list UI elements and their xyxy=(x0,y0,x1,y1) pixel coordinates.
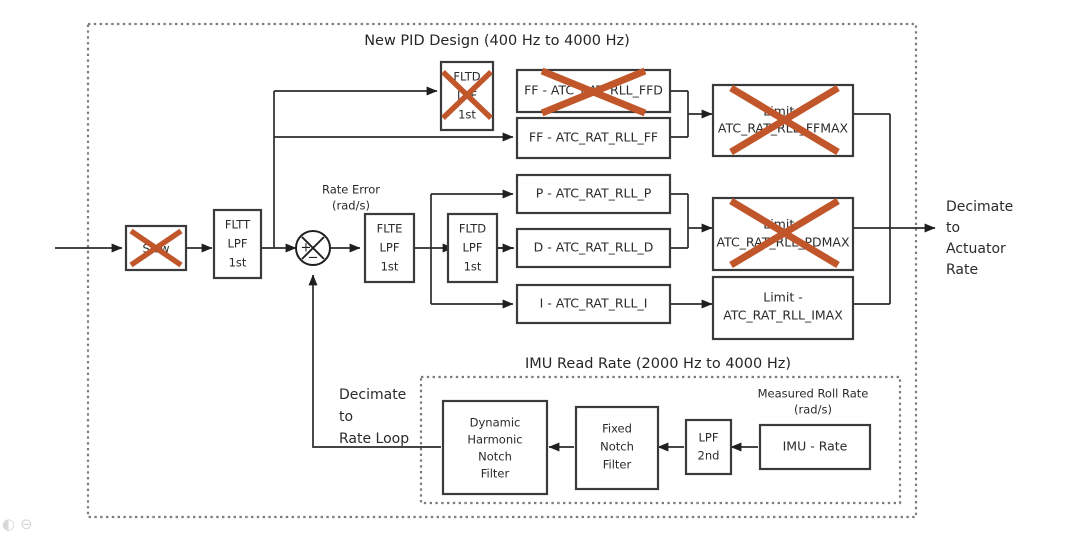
block-dynamic-notch-line2: Harmonic xyxy=(467,433,522,447)
block-lpf2nd-line1: LPF xyxy=(699,431,719,445)
measured-roll-rate-label: Measured Roll Rate xyxy=(758,387,869,401)
imu-read-rate-title: IMU Read Rate (2000 Hz to 4000 Hz) xyxy=(525,356,791,372)
residual-icon-left: ◐ xyxy=(2,515,16,533)
block-flte-line1: FLTE xyxy=(377,222,403,236)
block-i-label: I - ATC_RAT_RLL_I xyxy=(540,296,648,311)
block-p-label: P - ATC_RAT_RLL_P xyxy=(536,186,652,201)
decimate-rateloop-line1: Decimate xyxy=(339,387,406,403)
block-imu-rate-label: IMU - Rate xyxy=(783,439,848,454)
diagram-canvas: New PID Design (400 Hz to 4000 Hz) IMU R… xyxy=(0,0,1080,538)
measured-roll-rate-units: (rad/s) xyxy=(794,403,832,417)
block-fltd-top-line3: 1st xyxy=(458,108,476,122)
block-fltd-mid-line1: FLTD xyxy=(459,222,486,236)
decimate-actuator-line4: Rate xyxy=(946,262,978,278)
wire-feedback-to-sum xyxy=(308,274,441,448)
block-fltt-line1: FLTT xyxy=(225,218,251,232)
block-fltd-mid-line3: 1st xyxy=(464,260,482,274)
decimate-actuator-line2: to xyxy=(946,220,960,236)
block-dynamic-notch-line3: Notch xyxy=(478,450,512,464)
residual-icon-minus: ⊖ xyxy=(20,515,33,533)
block-ff-label: FF - ATC_RAT_RLL_FF xyxy=(529,130,658,145)
sum-junction-minus: − xyxy=(308,251,319,266)
decimate-actuator-line1: Decimate xyxy=(946,199,1013,215)
block-fltd-top-line1: FLTD xyxy=(453,70,480,84)
block-fltt-line3: 1st xyxy=(229,256,247,270)
block-imax-line1: Limit - xyxy=(763,290,802,305)
block-fltt-line2: LPF xyxy=(228,237,248,251)
block-flte-line3: 1st xyxy=(381,260,399,274)
block-fixed-notch-line2: Notch xyxy=(600,440,634,454)
block-fltd-mid-line2: LPF xyxy=(463,241,483,255)
block-d-label: D - ATC_RAT_RLL_D xyxy=(534,240,654,255)
new-pid-design-title: New PID Design (400 Hz to 4000 Hz) xyxy=(364,33,630,49)
rate-error-units: (rad/s) xyxy=(332,199,370,213)
block-flte-line2: LPF xyxy=(380,241,400,255)
block-fixed-notch-line1: Fixed xyxy=(602,422,632,436)
block-dynamic-notch-line1: Dynamic xyxy=(470,416,521,430)
block-diagram-svg: New PID Design (400 Hz to 4000 Hz) IMU R… xyxy=(55,22,1013,519)
block-lpf2nd-line2: 2nd xyxy=(698,449,720,463)
block-lpf-2nd[interactable] xyxy=(684,418,733,476)
rate-error-label: Rate Error xyxy=(322,183,380,197)
block-imax-line2: ATC_RAT_RLL_IMAX xyxy=(723,308,843,323)
decimate-actuator-line3: Actuator xyxy=(946,241,1006,257)
decimate-rateloop-line3: Rate Loop xyxy=(339,431,409,447)
block-dynamic-notch-line4: Filter xyxy=(481,467,510,481)
decimate-rateloop-line2: to xyxy=(339,409,353,425)
block-fixed-notch-line3: Filter xyxy=(603,458,632,472)
